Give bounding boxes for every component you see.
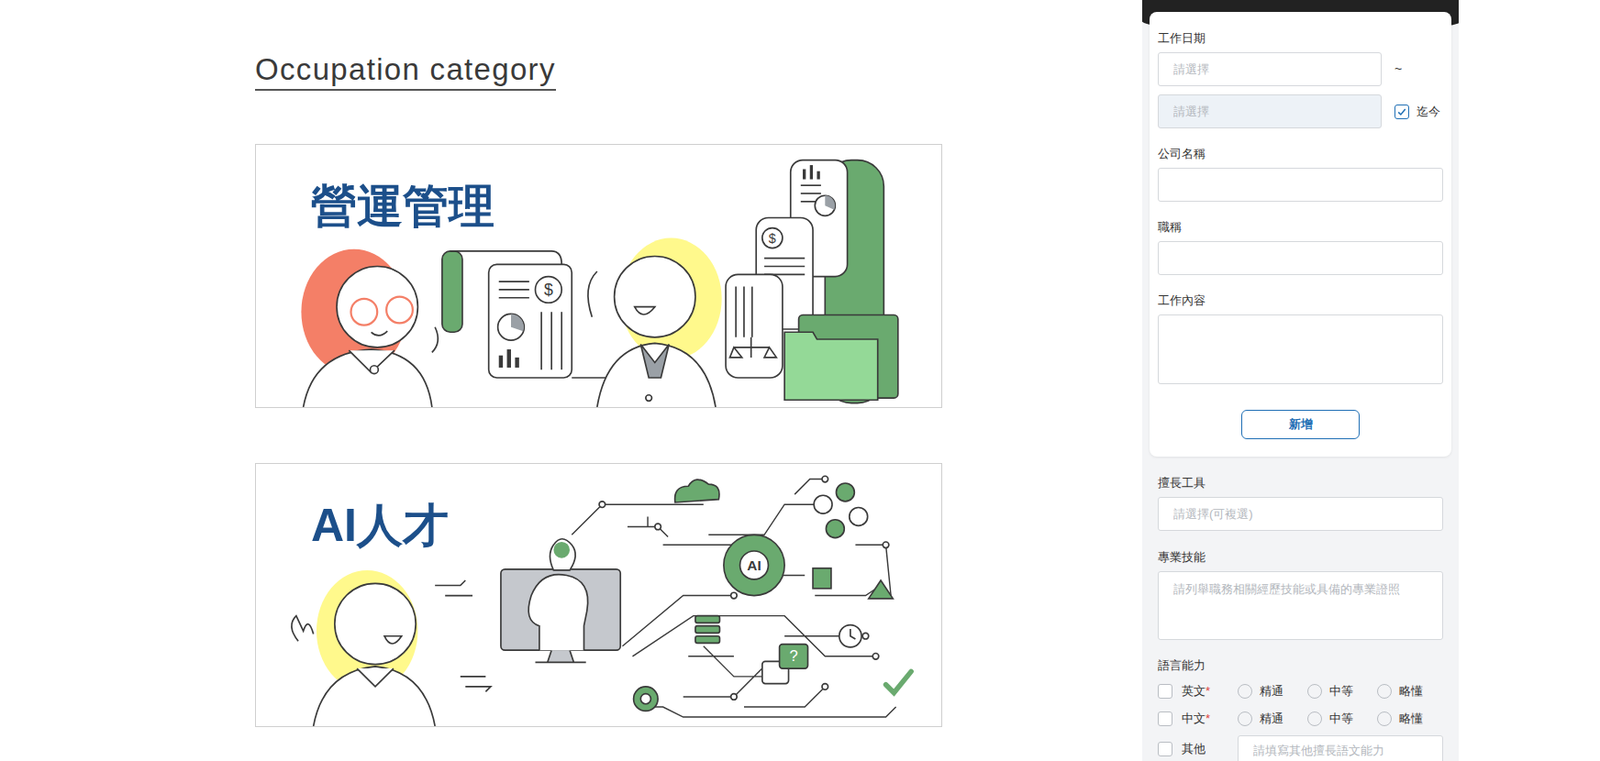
language-name-text: 中文 (1181, 710, 1206, 729)
date-row: ~ (1157, 52, 1444, 87)
text-input[interactable] (1157, 497, 1444, 532)
language-list: 英文*精通中等略懂中文*精通中等略懂其他 (1157, 677, 1444, 761)
language-row: 其他 (1157, 733, 1444, 761)
language-name-text: 其他 (1181, 740, 1206, 759)
required-mark: * (1205, 682, 1211, 701)
date-separator: ~ (1394, 59, 1402, 79)
level-label: 略懂 (1399, 682, 1423, 701)
text-input[interactable] (1157, 241, 1444, 276)
check-icon (1396, 106, 1408, 118)
language-name: 英文* (1181, 682, 1238, 701)
content-area: Occupation category $ $ 營運管理 AI? AI人才 (0, 0, 1143, 761)
until-now-label: 迄今 (1416, 102, 1441, 122)
checkbox[interactable] (1157, 711, 1173, 727)
level-label: 精通 (1259, 682, 1284, 701)
field-label: 工作日期 (1157, 30, 1444, 46)
form-field: 公司名稱 (1157, 145, 1444, 202)
level-label: 中等 (1329, 682, 1354, 701)
end-date-input (1157, 94, 1382, 129)
category-title: AI人才 (311, 500, 449, 552)
checkbox[interactable] (1157, 684, 1173, 700)
language-name-text: 英文 (1181, 682, 1206, 701)
radio[interactable] (1377, 684, 1392, 700)
level-label: 略懂 (1399, 710, 1423, 729)
language-row: 英文* 精通 中等 略懂 (1157, 677, 1444, 706)
form-field: 職稱 (1157, 219, 1444, 276)
experience-card: 工作日期 ~ 迄今公司名稱職稱工作內容新增 (1149, 11, 1452, 457)
until-now-toggle[interactable]: 迄今 (1394, 102, 1441, 122)
level-option[interactable]: 略懂 (1377, 710, 1447, 729)
field-label: 公司名稱 (1157, 145, 1444, 162)
illustration-glyph: $ (768, 230, 777, 245)
section-heading: Occupation category (255, 51, 556, 91)
checkbox[interactable] (1394, 104, 1410, 120)
form-panel: 工作日期~迄今公司名稱職稱工作內容新增擅長工具專業技能語言能力英文*精通中等略懂… (1142, 0, 1459, 761)
level-option[interactable]: 中等 (1307, 682, 1378, 701)
form-field: 工作內容 (1157, 292, 1444, 385)
checkbox[interactable] (1157, 742, 1173, 757)
illustration-glyph: ? (788, 647, 798, 666)
language-name: 中文* (1181, 710, 1238, 729)
field-label: 工作內容 (1157, 292, 1444, 309)
category-card[interactable]: AI? AI人才 (255, 463, 943, 728)
text-area[interactable] (1157, 571, 1444, 641)
language-name: 其他 (1181, 740, 1238, 759)
radio[interactable] (1307, 684, 1323, 700)
illustration-glyph: AI (746, 557, 761, 574)
radio[interactable] (1237, 711, 1253, 727)
level-label: 中等 (1329, 710, 1354, 729)
radio[interactable] (1307, 711, 1323, 727)
radio[interactable] (1237, 684, 1253, 700)
text-input[interactable] (1237, 735, 1444, 761)
field-label: 職稱 (1157, 219, 1444, 235)
field-label: 語言能力 (1157, 657, 1444, 674)
skills-section: 擅長工具專業技能語言能力英文*精通中等略懂中文*精通中等略懂其他 (1149, 475, 1452, 761)
illustration-glyph: $ (544, 280, 554, 300)
text-input[interactable] (1157, 52, 1382, 87)
level-option[interactable]: 略懂 (1377, 682, 1447, 701)
text-area[interactable] (1157, 314, 1444, 385)
category-card[interactable]: $ $ 營運管理 (255, 144, 943, 409)
radio[interactable] (1377, 711, 1392, 727)
language-row: 中文* 精通 中等 略懂 (1157, 705, 1444, 734)
text-input[interactable] (1157, 167, 1444, 202)
required-mark: * (1205, 710, 1211, 729)
field-label: 專業技能 (1157, 549, 1444, 566)
level-label: 精通 (1259, 710, 1284, 729)
date-row: 迄今 (1157, 94, 1444, 129)
category-title: 營運管理 (311, 181, 495, 233)
level-option[interactable]: 精通 (1237, 710, 1308, 729)
add-button[interactable]: 新增 (1241, 410, 1360, 440)
button-row: 新增 (1157, 410, 1444, 440)
level-option[interactable]: 精通 (1237, 682, 1308, 701)
level-option[interactable]: 中等 (1307, 710, 1378, 729)
field-label: 擅長工具 (1157, 475, 1444, 491)
